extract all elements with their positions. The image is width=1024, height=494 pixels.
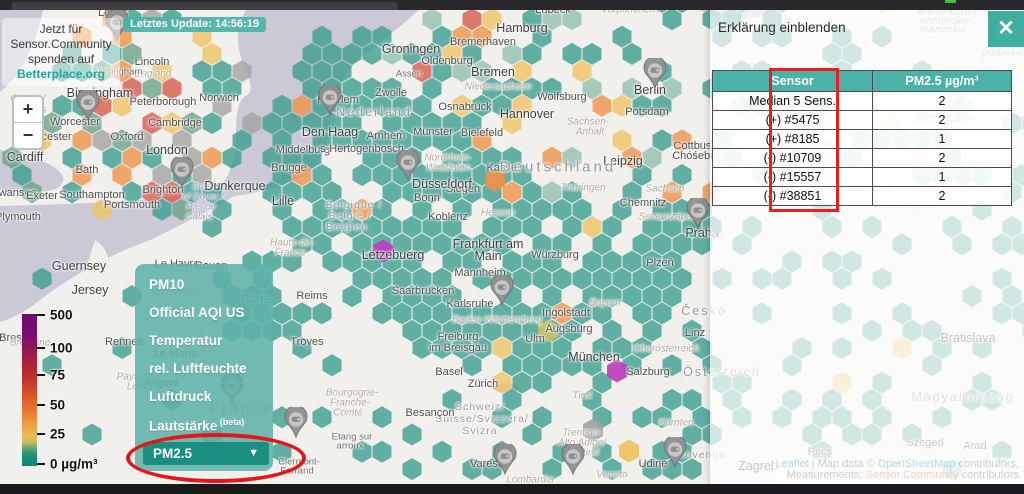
legend-tick-label: 25	[50, 427, 65, 442]
table-row: (-) #388512	[713, 187, 1012, 206]
color-scale-legend: 500 100 75 50 25 0 µg/m³	[14, 306, 124, 478]
bottom-chrome-bar	[0, 484, 1024, 494]
table-row: (+) #54752	[713, 111, 1012, 130]
layer-menu-items: PM10Official AQI USTemperaturrel. Luftfe…	[135, 264, 273, 434]
layer-menu-item-official-aqi-us[interactable]: Official AQI US	[149, 292, 273, 320]
explanation-panel: Erklärung einblenden ✕ SensorPM2.5 µg/m³…	[710, 10, 1024, 485]
map-pin-marker[interactable]	[317, 85, 343, 117]
address-bar-slab	[12, 2, 398, 10]
app-window: LeedsHullLincolnEnglandNottinghamNorwich…	[0, 0, 1024, 494]
donation-line: spenden auf	[2, 52, 120, 67]
table-header-cell: PM2.5 µg/m³	[873, 71, 1012, 92]
donation-note: Jetzt für Sensor.Community spenden auf B…	[2, 18, 120, 86]
layer-menu-item-pm10[interactable]: PM10	[149, 264, 273, 292]
top-chrome-bar	[0, 0, 1024, 10]
legend-tick-label: 50	[50, 398, 65, 413]
legend-tick-label: 100	[50, 341, 73, 356]
layer-menu-item-lautst-rke[interactable]: Lautstärke (beta)	[149, 404, 273, 434]
close-icon: ✕	[997, 17, 1015, 40]
legend-tick	[37, 433, 45, 435]
map-pin-marker[interactable]	[169, 157, 195, 189]
table-row: (+) #81851	[713, 130, 1012, 149]
donation-line: Sensor.Community	[2, 37, 120, 52]
layer-menu-item-luftdruck[interactable]: Luftdruck	[149, 376, 273, 404]
legend-tick	[37, 314, 45, 316]
legend-tick	[37, 404, 45, 406]
layer-menu-item-temperatur[interactable]: Temperatur	[149, 320, 273, 348]
legend-gradient-bar	[22, 314, 37, 466]
annotation-red-rectangle	[769, 68, 839, 212]
green-indicator	[945, 0, 956, 3]
table-row: Median 5 Sens.2	[713, 92, 1012, 111]
zoom-in-button[interactable]: +	[14, 97, 42, 123]
map-pin-marker[interactable]	[662, 437, 688, 469]
table-cell: 2	[873, 187, 1012, 206]
map-pin-marker[interactable]	[489, 275, 515, 307]
map-pin-marker[interactable]	[642, 58, 668, 90]
donation-line: Jetzt für	[2, 22, 120, 37]
table-header-row: SensorPM2.5 µg/m³	[713, 71, 1012, 92]
map-pin-marker[interactable]	[685, 198, 711, 230]
sensor-values-table: SensorPM2.5 µg/m³ Median 5 Sens.2(+) #54…	[712, 70, 1012, 206]
table-cell: 1	[873, 130, 1012, 149]
betterplace-link[interactable]: Betterplace.org	[17, 67, 105, 81]
map-pin-marker[interactable]	[283, 407, 309, 439]
table-cell: 2	[873, 111, 1012, 130]
legend-tick-label: 500	[50, 307, 73, 322]
map-zoom-control: + −	[12, 95, 44, 150]
legend-tick-label: 0 µg/m³	[50, 456, 98, 471]
zoom-out-button[interactable]: −	[14, 123, 42, 148]
layer-menu-item-rel-luftfeuchte[interactable]: rel. Luftfeuchte	[149, 348, 273, 376]
annotation-red-ellipse	[126, 433, 306, 483]
close-panel-button[interactable]: ✕	[988, 11, 1024, 47]
legend-tick	[37, 374, 45, 376]
legend-tick	[37, 463, 45, 465]
legend-tick-label: 75	[50, 367, 65, 382]
explanation-toggle[interactable]: Erklärung einblenden	[718, 20, 846, 35]
map-pin-marker[interactable]	[492, 444, 518, 476]
table-cell: 2	[873, 92, 1012, 111]
map-pin-marker[interactable]	[560, 444, 586, 476]
table-row: (-) #155571	[713, 168, 1012, 187]
map-pin-marker[interactable]	[395, 150, 421, 182]
last-update-badge: Letztes Update: 14:56:19	[123, 17, 266, 32]
map-pin-marker[interactable]	[75, 90, 101, 122]
table-cell: 2	[873, 149, 1012, 168]
legend-tick	[37, 347, 45, 349]
table-row: (-) #107092	[713, 149, 1012, 168]
table-cell: 1	[873, 168, 1012, 187]
